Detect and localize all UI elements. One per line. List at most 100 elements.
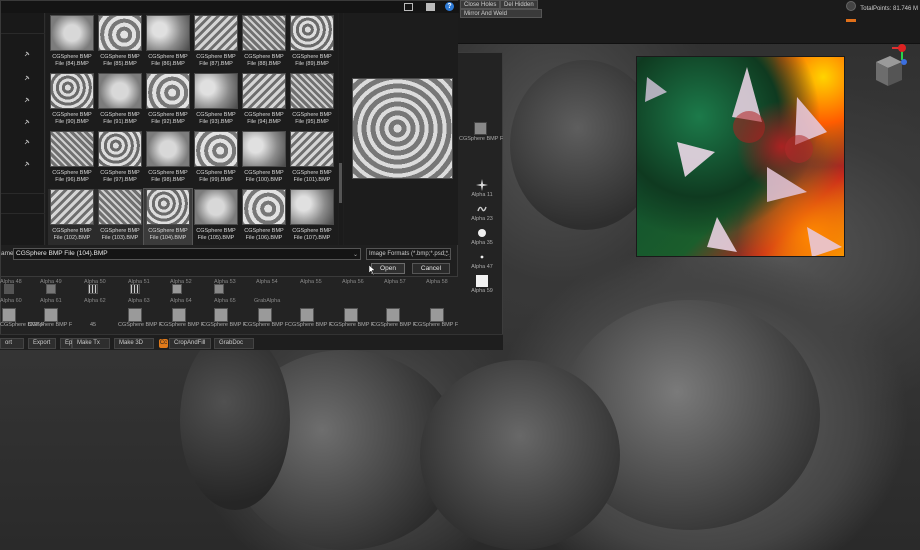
file-item[interactable]: CGSphere BMP File (92).BMP bbox=[144, 73, 192, 129]
file-item[interactable]: CGSphere BMP File (86).BMP bbox=[144, 15, 192, 71]
gear-icon[interactable] bbox=[846, 1, 856, 11]
alpha-thumbnail[interactable] bbox=[386, 308, 400, 322]
pin-icon[interactable] bbox=[24, 139, 30, 145]
file-item[interactable]: CGSphere BMP File (100).BMP bbox=[240, 131, 288, 187]
file-item[interactable]: CGSphere BMP File (91).BMP bbox=[96, 73, 144, 129]
alpha-thumbnail[interactable] bbox=[430, 308, 444, 322]
alpha-label[interactable]: Alpha 54 bbox=[256, 279, 278, 285]
export-button[interactable]: Export bbox=[28, 338, 56, 349]
grid-scrollbar[interactable] bbox=[339, 13, 343, 245]
alpha-item[interactable]: Alpha 23 bbox=[461, 203, 503, 222]
file-item[interactable]: CGSphere BMP File (94).BMP bbox=[240, 73, 288, 129]
file-thumbnail bbox=[290, 131, 334, 167]
alpha-label[interactable]: Alpha 65 bbox=[214, 298, 236, 304]
chevron-down-icon[interactable]: ⌄ bbox=[444, 251, 449, 258]
alpha-item[interactable]: Alpha 11 bbox=[461, 179, 503, 198]
file-thumbnail bbox=[242, 15, 286, 51]
help-icon[interactable]: ? bbox=[445, 2, 454, 11]
import-button[interactable]: ort bbox=[0, 338, 24, 349]
alpha-thumbnail[interactable] bbox=[88, 284, 98, 294]
alpha-thumbnail[interactable] bbox=[2, 308, 16, 322]
file-thumbnail bbox=[194, 189, 238, 225]
file-thumbnail bbox=[194, 15, 238, 51]
alpha-item[interactable]: Alpha 35 bbox=[461, 227, 503, 246]
alpha-thumbnail[interactable] bbox=[214, 284, 224, 294]
alpha-thumbnail[interactable] bbox=[344, 308, 358, 322]
make-tx-button[interactable]: Make Tx bbox=[72, 338, 110, 349]
file-label: CGSphere BMP File (98).BMP bbox=[148, 170, 188, 183]
alpha-thumbnail[interactable] bbox=[300, 308, 314, 322]
alpha-thumbnail-rows: Alpha 60 Alpha 61 Alpha 62 Alpha 63 Alph… bbox=[0, 284, 460, 322]
file-thumbnail bbox=[242, 189, 286, 225]
alpha-thumbnail[interactable] bbox=[44, 308, 58, 322]
navigation-cube[interactable] bbox=[862, 40, 918, 100]
mirror-and-weld-button[interactable]: Mirror And Weld bbox=[460, 9, 542, 18]
file-item[interactable]: CGSphere BMP File (96).BMP bbox=[48, 131, 96, 187]
chevron-down-icon[interactable]: ⌄ bbox=[353, 251, 358, 258]
alpha-thumbnail[interactable] bbox=[258, 308, 272, 322]
file-item[interactable]: CGSphere BMP File (103).BMP bbox=[96, 189, 144, 245]
alpha-label[interactable]: Alpha 58 bbox=[426, 279, 448, 285]
ep-button[interactable]: Ep bbox=[60, 338, 72, 349]
texture-preview-image bbox=[636, 56, 845, 257]
alpha-label[interactable]: Alpha 63 bbox=[128, 298, 150, 304]
alpha-label[interactable]: Alpha 55 bbox=[300, 279, 322, 285]
alpha-label[interactable]: Alpha 61 bbox=[40, 298, 62, 304]
file-item[interactable]: CGSphere BMP File (95).BMP bbox=[288, 73, 336, 129]
file-item[interactable]: CGSphere BMP File (105).BMP bbox=[192, 189, 240, 245]
alpha-item[interactable]: Alpha 47 bbox=[461, 251, 503, 270]
file-item[interactable]: CGSphere BMP File (84).BMP bbox=[48, 15, 96, 71]
alpha-label[interactable]: Alpha 62 bbox=[84, 298, 106, 304]
file-thumbnail bbox=[50, 73, 94, 109]
pin-icon[interactable] bbox=[24, 161, 30, 167]
pin-icon[interactable] bbox=[24, 97, 30, 103]
alpha-thumbnail[interactable] bbox=[214, 308, 228, 322]
alpha-label[interactable]: Alpha 60 bbox=[0, 298, 22, 304]
alpha-thumbnail[interactable] bbox=[130, 284, 140, 294]
alpha-thumbnail[interactable] bbox=[172, 308, 186, 322]
file-item[interactable]: CGSphere BMP File (106).BMP bbox=[240, 189, 288, 245]
alpha-label[interactable]: Alpha 56 bbox=[342, 279, 364, 285]
file-item[interactable]: CGSphere BMP File (98).BMP bbox=[144, 131, 192, 187]
file-item[interactable]: CGSphere BMP File (88).BMP bbox=[240, 15, 288, 71]
side-alpha-thumb[interactable]: CGSphere BMP F bbox=[457, 117, 503, 147]
view-mode-icon[interactable] bbox=[404, 3, 413, 11]
pin-icon[interactable] bbox=[24, 119, 30, 125]
file-item[interactable]: CGSphere BMP File (85).BMP bbox=[96, 15, 144, 71]
alpha-thumbnail[interactable] bbox=[4, 284, 14, 294]
alpha-label: CGSphere BMP F bbox=[330, 322, 375, 328]
sculpt-shape bbox=[420, 360, 620, 550]
file-item[interactable]: CGSphere BMP File (97).BMP bbox=[96, 131, 144, 187]
file-item[interactable]: CGSphere BMP File (107).BMP bbox=[288, 189, 336, 245]
navigation-pane[interactable] bbox=[1, 13, 45, 245]
cancel-button[interactable]: Cancel bbox=[412, 263, 450, 274]
file-item[interactable]: CGSphere BMP File (93).BMP bbox=[192, 73, 240, 129]
alpha-label[interactable]: GrabAlpha bbox=[254, 298, 280, 304]
pin-icon[interactable] bbox=[24, 75, 30, 81]
file-item[interactable]: CGSphere BMP File (99).BMP bbox=[192, 131, 240, 187]
file-item[interactable]: CGSphere BMP File (87).BMP bbox=[192, 15, 240, 71]
alpha-item[interactable]: Alpha 59 bbox=[461, 275, 503, 294]
alpha-thumbnail[interactable] bbox=[172, 284, 182, 294]
preview-pane-icon[interactable] bbox=[426, 3, 435, 11]
file-label: CGSphere BMP File (107).BMP bbox=[292, 228, 332, 241]
cropandfill-button[interactable]: CropAndFill bbox=[169, 338, 211, 349]
file-type-select[interactable]: Image Formats (*.bmp;*.psd;*.j bbox=[366, 248, 451, 260]
file-item[interactable]: CGSphere BMP File (102).BMP bbox=[48, 189, 96, 245]
grabdoc-button[interactable]: GrabDoc bbox=[214, 338, 254, 349]
file-item[interactable]: CGSphere BMP File (101).BMP bbox=[288, 131, 336, 187]
alpha-label[interactable]: Alpha 64 bbox=[170, 298, 192, 304]
file-item[interactable]: CGSphere BMP File (89).BMP bbox=[288, 15, 336, 71]
scrollbar-thumb[interactable] bbox=[339, 163, 342, 203]
file-item[interactable]: CGSphere BMP File (104).BMP bbox=[143, 188, 193, 245]
close-holes-button[interactable]: Close Holes bbox=[460, 0, 500, 9]
alpha-thumbnail[interactable] bbox=[46, 284, 56, 294]
pin-icon[interactable] bbox=[24, 51, 30, 57]
filename-field[interactable]: CGSphere BMP File (104).BMP bbox=[13, 248, 361, 260]
make-3d-button[interactable]: Make 3D bbox=[114, 338, 154, 349]
del-hidden-button[interactable]: Del Hidden bbox=[500, 0, 538, 9]
file-item[interactable]: CGSphere BMP File (90).BMP bbox=[48, 73, 96, 129]
alpha-label[interactable]: Alpha 57 bbox=[384, 279, 406, 285]
alpha-thumbnail[interactable] bbox=[128, 308, 142, 322]
preview-pane bbox=[344, 13, 458, 245]
